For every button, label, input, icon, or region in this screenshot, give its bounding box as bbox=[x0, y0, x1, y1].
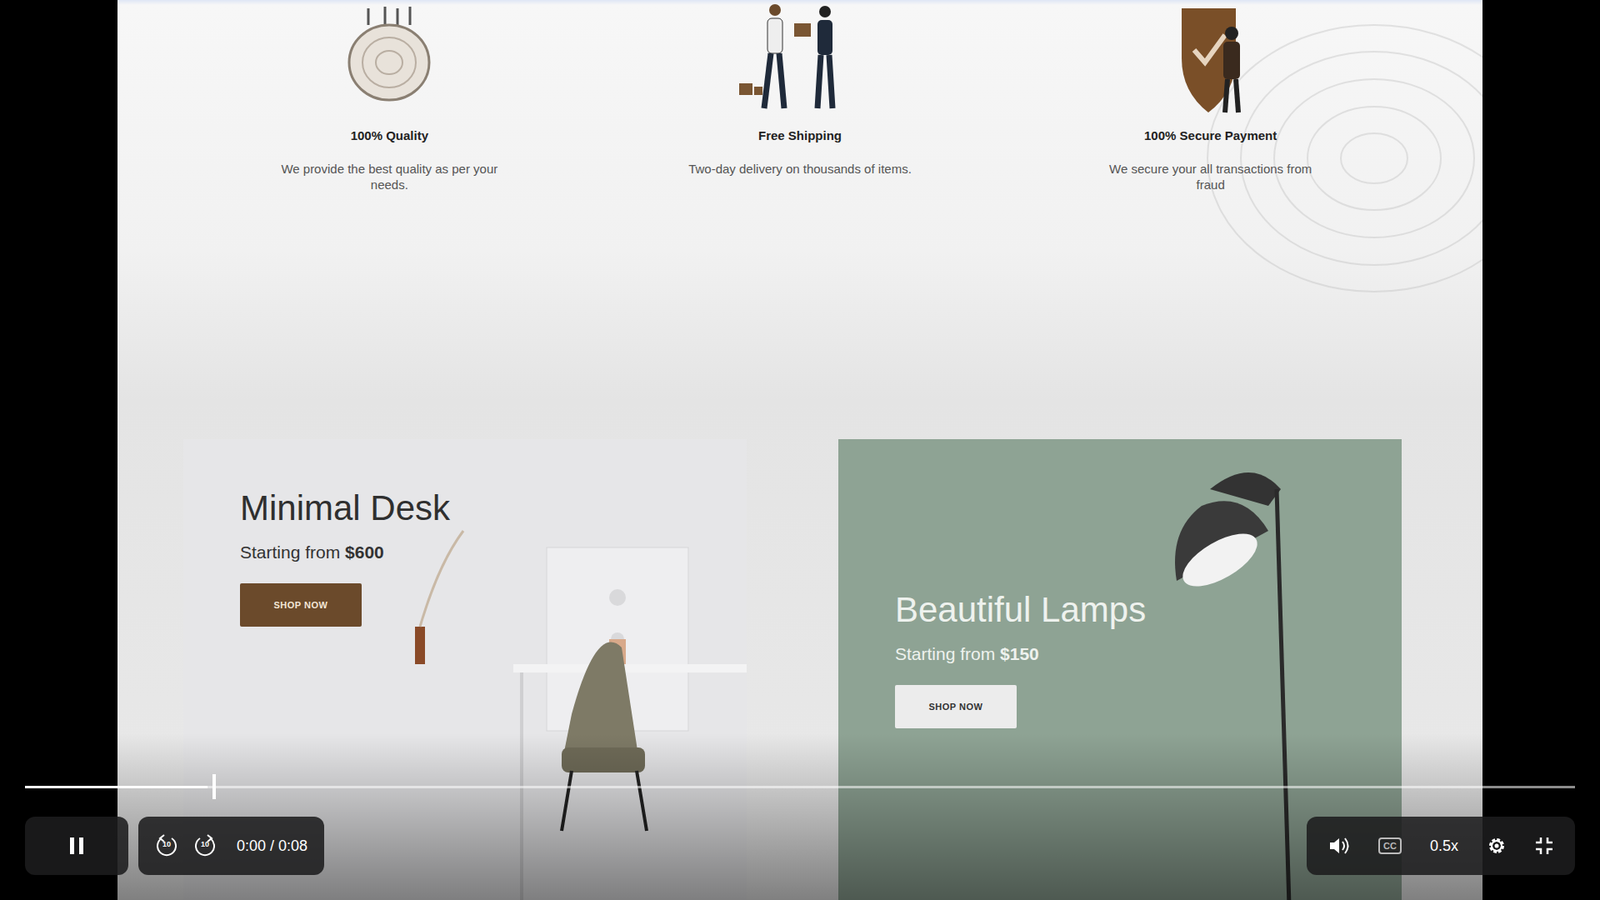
time-display: 0:00 / 0:08 bbox=[236, 835, 308, 858]
control-bar: 10 10 0:00 / 0:08 CC 0.5x bbox=[25, 816, 1575, 875]
speed-button[interactable]: 0.5x bbox=[1430, 835, 1459, 858]
pause-icon bbox=[68, 836, 85, 855]
forward-button[interactable]: 10 bbox=[193, 834, 217, 858]
captions-label: CC bbox=[1378, 837, 1402, 855]
price-label: Starting from bbox=[895, 644, 995, 664]
price-value: $150 bbox=[1000, 644, 1040, 664]
forward-wrap: 10 bbox=[193, 834, 217, 858]
card-title: Beautiful Lamps bbox=[895, 589, 1146, 631]
captions-button[interactable]: CC bbox=[1378, 837, 1402, 855]
shipping-icon bbox=[737, 0, 863, 117]
payment-icon bbox=[1148, 0, 1274, 117]
promo-card: Minimal Desk Starting from $600 SHOP NOW bbox=[183, 439, 747, 900]
volume-icon bbox=[1328, 835, 1350, 856]
feature: 100% Secure Payment We secure your all tr… bbox=[1005, 0, 1416, 194]
shop-now-button[interactable]: SHOP NOW bbox=[240, 583, 362, 627]
progress-fill bbox=[25, 785, 208, 789]
price-label: Starting from bbox=[240, 542, 340, 562]
play-pause-button[interactable] bbox=[68, 836, 85, 855]
feature-text: We provide the best quality as per your … bbox=[272, 160, 506, 194]
feature-title: Free Shipping bbox=[758, 126, 842, 146]
exit-fullscreen-icon bbox=[1535, 836, 1554, 855]
play-pill bbox=[25, 816, 129, 875]
shop-now-button[interactable]: SHOP NOW bbox=[895, 685, 1017, 729]
video-frame: 100% Quality We provide the best quality … bbox=[117, 0, 1483, 900]
promo-cards: Minimal DeskStarting from $600SHOP NOWBe… bbox=[117, 439, 1483, 900]
feature-text: We secure your all transactions from fra… bbox=[1094, 160, 1328, 194]
time-pill: 10 10 0:00 / 0:08 bbox=[138, 816, 325, 875]
settings-pill: CC 0.5x bbox=[1306, 816, 1575, 875]
price-value: $600 bbox=[345, 542, 385, 562]
video-player: 100% Quality We provide the best quality … bbox=[0, 0, 1600, 900]
button-wrap: SHOP NOW bbox=[240, 565, 450, 627]
feature-title: 100% Secure Payment bbox=[1144, 126, 1277, 146]
feature: 100% Quality We provide the best quality … bbox=[184, 0, 595, 194]
button-wrap: SHOP NOW bbox=[895, 666, 1146, 729]
progress-thumb[interactable] bbox=[212, 774, 216, 800]
player-controls: 10 10 0:00 / 0:08 CC 0.5x bbox=[0, 775, 1600, 900]
quality-icon bbox=[326, 0, 452, 117]
gear-icon bbox=[1486, 835, 1507, 856]
rewind-wrap: 10 bbox=[155, 834, 179, 858]
settings-button[interactable] bbox=[1486, 835, 1507, 856]
rewind-button[interactable]: 10 bbox=[155, 834, 179, 858]
feature-title: 100% Quality bbox=[350, 126, 429, 146]
card-price: Starting from $600 bbox=[240, 539, 450, 566]
forward-label: 10 bbox=[193, 840, 217, 849]
feature-text: Two-day delivery on thousands of items. bbox=[688, 160, 912, 178]
rewind-label: 10 bbox=[155, 840, 179, 849]
feature-row: 100% Quality We provide the best quality … bbox=[117, 0, 1483, 194]
card-title: Minimal Desk bbox=[240, 487, 450, 530]
card-text: Beautiful Lamps Starting from $150 SHOP NO… bbox=[838, 439, 1146, 900]
card-price: Starting from $150 bbox=[895, 640, 1146, 668]
exit-fullscreen-button[interactable] bbox=[1535, 836, 1554, 855]
feature: Free Shipping Two-day delivery on thousan… bbox=[595, 0, 1006, 194]
card-text: Minimal Desk Starting from $600 SHOP NOW bbox=[183, 439, 450, 900]
volume-button[interactable] bbox=[1328, 835, 1350, 856]
progress-track[interactable] bbox=[25, 785, 1575, 789]
